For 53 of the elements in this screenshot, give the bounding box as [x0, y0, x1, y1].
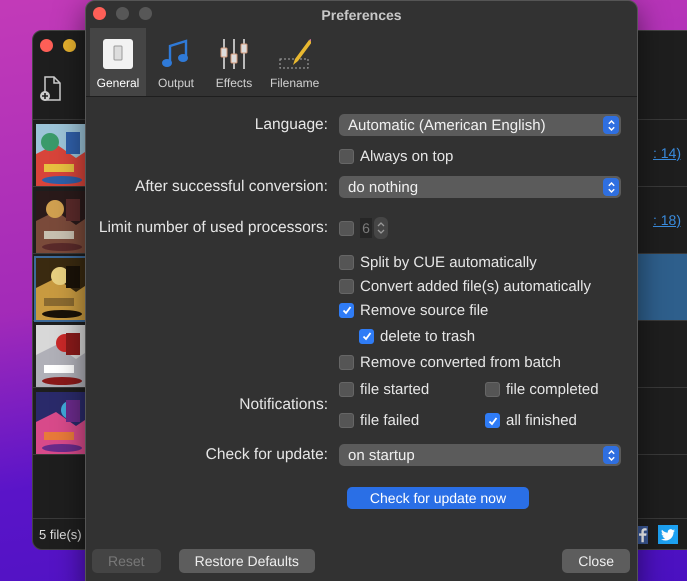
checkbox[interactable]: Remove converted from batch	[339, 350, 621, 374]
checkbox[interactable]: Remove source file	[339, 298, 621, 322]
window-title: Preferences	[321, 6, 402, 22]
setting-label: Limit number of used processors:	[98, 219, 328, 237]
checkbox-box[interactable]	[339, 382, 354, 397]
file-link[interactable]: : 14)	[652, 145, 681, 161]
toolbar-tab[interactable]: Filename	[264, 28, 326, 96]
check-update-button[interactable]: Check for update now	[347, 487, 529, 509]
checkbox[interactable]: delete to trash	[339, 322, 621, 350]
footer-button[interactable]: Restore Defaults	[178, 549, 315, 573]
zoom-button[interactable]	[139, 7, 152, 20]
dropdown[interactable]: Automatic (American English)	[339, 114, 621, 136]
toolbar-tab[interactable]: Effects	[206, 28, 262, 96]
chevron-icon	[606, 118, 616, 132]
dropdown[interactable]: do nothing	[339, 176, 621, 198]
checkbox-box[interactable]	[339, 278, 354, 294]
checkbox[interactable]: file started	[339, 378, 485, 402]
checkbox[interactable]: all finished	[485, 408, 621, 432]
checkbox-box[interactable]	[359, 328, 374, 344]
checkbox-box[interactable]	[339, 148, 354, 164]
checkbox[interactable]: Convert added file(s) automatically	[339, 274, 621, 298]
dropdown[interactable]: on startup	[339, 444, 621, 466]
close-button[interactable]	[40, 39, 53, 52]
twitter-icon[interactable]	[658, 525, 678, 544]
setting-label: Language:	[254, 116, 328, 134]
checkbox-box[interactable]	[485, 413, 500, 428]
setting-label: Check for update:	[204, 446, 328, 464]
stepper-control[interactable]	[374, 217, 388, 239]
pencil-icon	[278, 38, 311, 70]
checkbox[interactable]: Always on top	[339, 144, 621, 168]
close-button[interactable]	[93, 7, 106, 20]
checkbox-box[interactable]	[339, 302, 354, 318]
toolbar-tab[interactable]: General	[90, 28, 146, 96]
checkbox[interactable]: file completed	[485, 378, 621, 402]
minimize-button[interactable]	[63, 39, 76, 52]
setting-label: Notifications:	[238, 396, 328, 414]
add-file-icon[interactable]	[39, 76, 61, 102]
file-link[interactable]: : 18)	[652, 212, 681, 228]
facebook-icon[interactable]	[638, 526, 648, 544]
chevron-icon	[606, 180, 616, 194]
footer-button[interactable]: Close	[562, 549, 630, 573]
checkbox[interactable]: Split by CUE automatically	[339, 250, 621, 274]
setting-label: After successful conversion:	[134, 178, 328, 196]
checkbox-box[interactable]	[339, 254, 354, 270]
checkbox-box[interactable]	[485, 382, 500, 397]
toolbar-tab[interactable]: Output	[148, 28, 204, 96]
sliders-icon	[218, 38, 250, 70]
chevron-icon	[606, 448, 616, 462]
file-count: 5 file(s)	[39, 526, 82, 542]
checkbox-box[interactable]	[339, 413, 354, 428]
checkbox[interactable]: file failed	[339, 408, 485, 432]
switch-icon	[102, 38, 134, 70]
checkbox-box[interactable]	[339, 354, 354, 370]
